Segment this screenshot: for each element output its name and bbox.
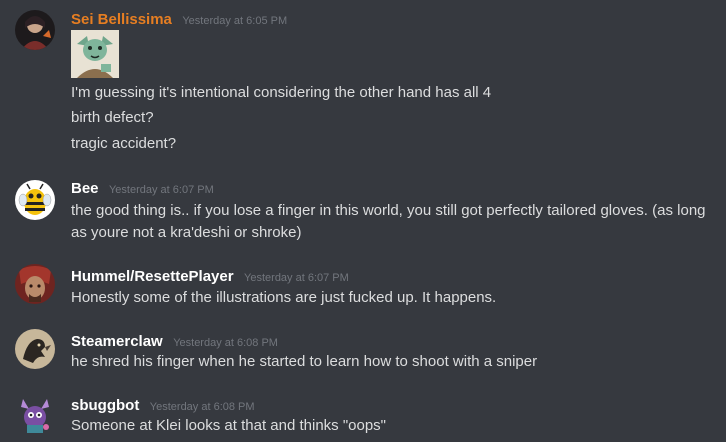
username[interactable]: Hummel/ResettePlayer — [71, 268, 234, 285]
message-header: sbuggbot Yesterday at 6:08 PM — [71, 397, 255, 415]
username[interactable]: Sei Bellissima — [71, 11, 172, 28]
bee-avatar-icon — [15, 180, 55, 220]
steamerclaw-avatar-icon — [15, 329, 55, 369]
message-text: tragic accident? — [71, 135, 177, 152]
timestamp: Yesterday at 6:05 PM — [182, 15, 288, 27]
avatar[interactable] — [15, 395, 55, 435]
message-header: Steamerclaw Yesterday at 6:08 PM — [71, 333, 278, 351]
username[interactable]: Steamerclaw — [71, 333, 163, 350]
character-portrait-icon — [71, 30, 119, 78]
username[interactable]: sbuggbot — [71, 397, 139, 414]
sbuggbot-avatar-icon — [15, 395, 55, 435]
message-group: Steamerclaw Yesterday at 6:08 PM he shre… — [0, 322, 726, 380]
hummel-avatar-icon — [15, 264, 55, 304]
message-text: I'm guessing it's intentional considerin… — [71, 84, 492, 101]
avatar[interactable] — [15, 10, 55, 50]
username[interactable]: Bee — [71, 180, 99, 197]
message-group: Hummel/ResettePlayer Yesterday at 6:07 P… — [0, 256, 726, 314]
timestamp: Yesterday at 6:07 PM — [108, 184, 214, 196]
message-header: Hummel/ResettePlayer Yesterday at 6:07 P… — [71, 268, 349, 286]
message-group: Sei Bellissima Yesterday at 6:05 PM I'm … — [0, 0, 726, 160]
image-attachment[interactable] — [71, 30, 119, 78]
message-header: Bee Yesterday at 6:07 PM — [71, 180, 214, 198]
avatar[interactable] — [15, 329, 55, 369]
message-group: sbuggbot Yesterday at 6:08 PM Someone at… — [0, 388, 726, 442]
message-text: birth defect? — [71, 109, 154, 126]
avatar[interactable] — [15, 264, 55, 304]
timestamp: Yesterday at 6:07 PM — [244, 272, 349, 284]
message-header: Sei Bellissima Yesterday at 6:05 PM — [71, 11, 287, 29]
message-text: he shred his finger when he started to l… — [71, 353, 538, 370]
message-group: Bee Yesterday at 6:07 PM the good thing … — [0, 170, 726, 248]
timestamp: Yesterday at 6:08 PM — [149, 401, 255, 413]
timestamp: Yesterday at 6:08 PM — [173, 337, 278, 349]
avatar[interactable] — [15, 180, 55, 220]
sei-bellissima-avatar-icon — [15, 10, 55, 50]
message-text: the good thing is.. if you lose a finger… — [71, 202, 706, 241]
message-text: Honestly some of the illustrations are j… — [71, 289, 497, 306]
message-text: Someone at Klei looks at that and thinks… — [71, 417, 387, 434]
